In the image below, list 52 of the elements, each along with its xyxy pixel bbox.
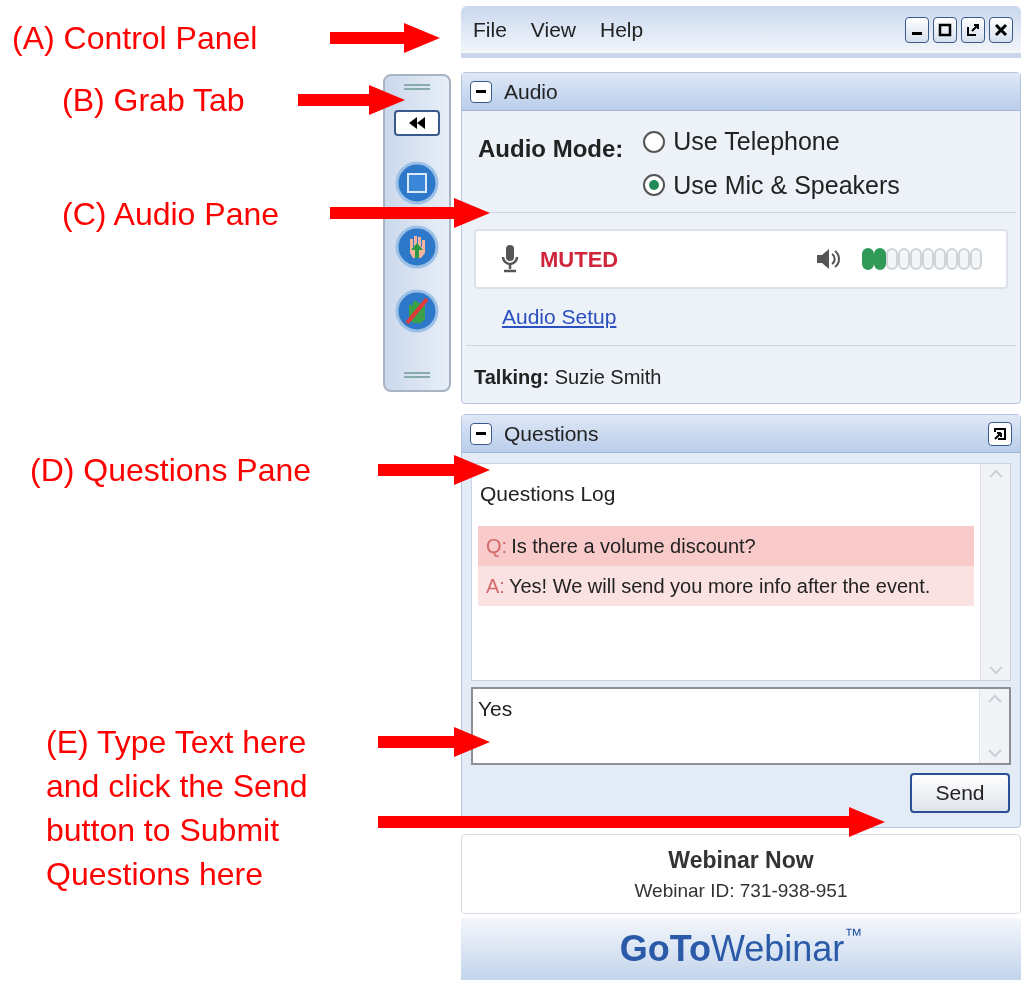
- webinar-id: Webinar ID: 731-938-951: [634, 879, 848, 903]
- pane-title: Audio: [504, 78, 558, 105]
- annotation-label: (D) Questions Pane: [30, 451, 311, 490]
- speaker-icon: [816, 248, 842, 270]
- pane-title: Questions: [504, 420, 599, 447]
- questions-log-title: Questions Log: [480, 481, 617, 507]
- popout-icon: [966, 22, 980, 37]
- double-left-icon: [408, 117, 426, 129]
- talking-text: Talking: Suzie Smith: [473, 364, 663, 390]
- audio-setup-link[interactable]: Audio Setup: [502, 305, 617, 328]
- menu-item[interactable]: View: [530, 13, 576, 46]
- collapse-button[interactable]: [470, 80, 492, 103]
- grab-tab[interactable]: [383, 74, 451, 392]
- microphone-icon: [500, 245, 520, 273]
- annotation-label: (C) Audio Pane: [62, 195, 279, 234]
- annotation-label: (A) Control Panel: [12, 19, 258, 58]
- popout-button[interactable]: [988, 421, 1012, 446]
- menu-item[interactable]: Help: [600, 13, 644, 46]
- entry-prefix: A:: [486, 573, 505, 599]
- collapse-tab-button[interactable]: [394, 110, 440, 136]
- maximize-button[interactable]: [933, 16, 957, 43]
- radio-option[interactable]: Use Mic & Speakers: [643, 166, 900, 204]
- maximize-icon: [938, 22, 952, 37]
- popout-icon: [993, 426, 1007, 441]
- grip-icon: [404, 372, 430, 378]
- entry-text: Is there a volume discount?: [511, 533, 756, 559]
- annotation-label: (E) Type Text here and click the Send button to Submit Questions here: [46, 723, 308, 894]
- send-button[interactable]: Send: [910, 773, 1010, 813]
- close-button[interactable]: [989, 16, 1013, 43]
- popout-button[interactable]: [961, 16, 985, 43]
- muted-status: MUTED: [540, 245, 619, 274]
- collapse-button[interactable]: [470, 422, 492, 445]
- minimize-icon: [912, 32, 922, 35]
- radio-option[interactable]: Use Telephone: [643, 123, 900, 161]
- entry-prefix: Q:: [486, 533, 508, 559]
- entry-text: Yes! We will send you more info after the event.: [508, 573, 931, 599]
- close-icon: [994, 22, 1008, 37]
- audio-mode-label: Audio Mode:: [478, 134, 624, 164]
- minimize-button[interactable]: [905, 16, 929, 43]
- question-input[interactable]: Yes: [471, 687, 1011, 765]
- menu-item[interactable]: File: [473, 13, 507, 46]
- raise-hand-icon[interactable]: [395, 225, 439, 269]
- input-value: Yes: [477, 696, 514, 722]
- grip-icon: [404, 84, 430, 90]
- annotation-label: (B) Grab Tab: [62, 81, 245, 120]
- webinar-title: Webinar Now: [668, 845, 814, 875]
- minus-icon: [476, 90, 486, 93]
- window-icon[interactable]: [395, 161, 439, 205]
- volume-meter-icon: [862, 248, 982, 270]
- logo: GoToWebinar™: [619, 924, 863, 971]
- minus-icon: [476, 432, 486, 435]
- muted-hand-icon[interactable]: [395, 289, 439, 333]
